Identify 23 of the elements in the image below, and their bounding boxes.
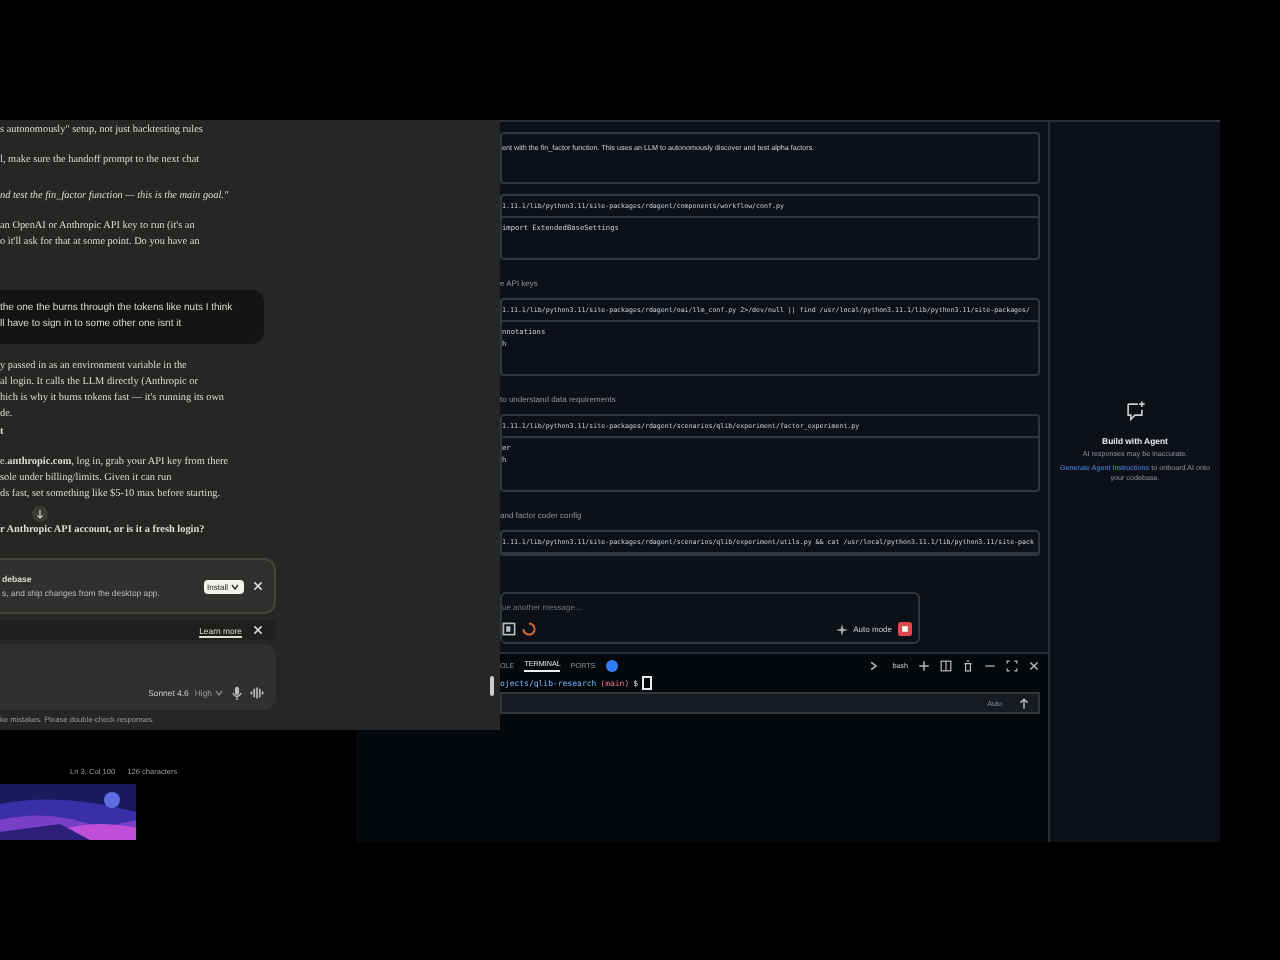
minimize-icon[interactable] <box>983 659 996 671</box>
plus-icon[interactable] <box>917 659 930 671</box>
terminal-icon <box>870 659 883 671</box>
spinner-icon <box>522 622 536 636</box>
scroll-down-button[interactable] <box>32 506 48 522</box>
stop-button[interactable] <box>898 622 912 636</box>
scrollbar-thumb[interactable] <box>490 676 494 696</box>
split-icon[interactable] <box>939 659 952 671</box>
close-icon[interactable] <box>1027 659 1040 671</box>
caret-icon <box>230 581 240 591</box>
close-icon[interactable] <box>252 624 264 636</box>
close-icon[interactable] <box>252 580 264 592</box>
send-icon[interactable] <box>1017 697 1030 709</box>
sparkle-icon <box>835 623 848 635</box>
text-cursor <box>642 676 653 690</box>
maximize-icon[interactable] <box>1005 659 1018 671</box>
badge-icon <box>605 659 618 671</box>
chat-icon <box>1123 399 1146 422</box>
caret-icon <box>214 688 224 698</box>
voice-icon[interactable] <box>250 686 264 700</box>
microphone-icon[interactable] <box>230 686 244 700</box>
attach-icon[interactable] <box>502 622 516 636</box>
trash-icon[interactable] <box>961 659 974 671</box>
